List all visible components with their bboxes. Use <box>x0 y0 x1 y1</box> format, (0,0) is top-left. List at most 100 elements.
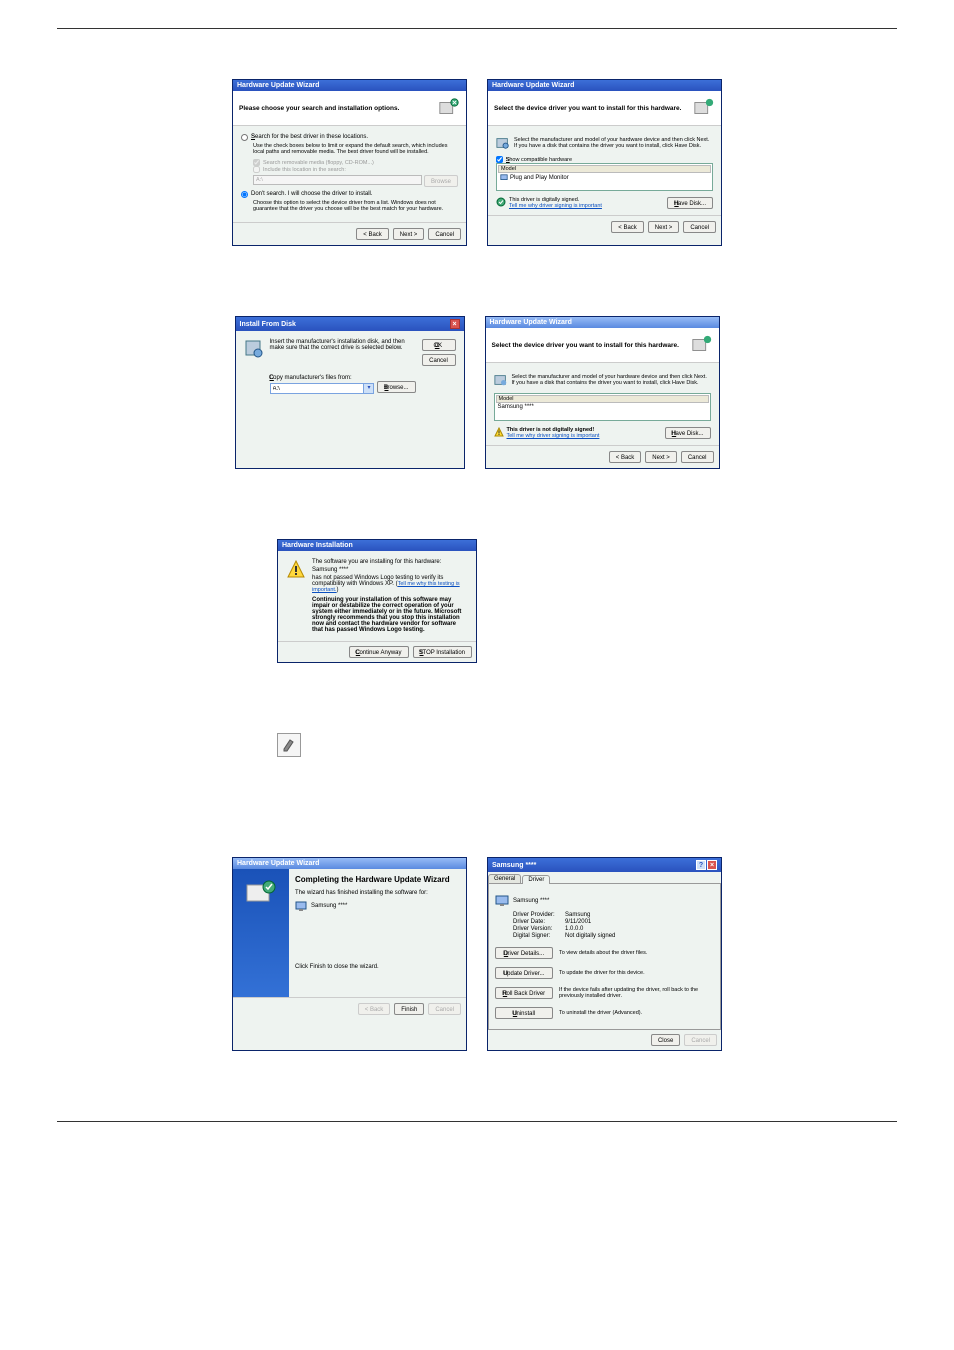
browse-button[interactable]: Browse <box>424 175 458 187</box>
wizard-icon <box>438 97 460 119</box>
titlebar: Hardware Update Wizard <box>233 80 466 91</box>
col-model: Model <box>496 395 709 403</box>
back-button[interactable]: < Back <box>358 1003 391 1015</box>
model-list[interactable]: Model Plug and Play Monitor <box>496 163 713 191</box>
instruction: Select the manufacturer and model of you… <box>512 374 711 386</box>
col-model: Model <box>498 165 711 173</box>
title-text: Hardware Update Wizard <box>237 860 319 867</box>
value-signer: Not digitally signed <box>565 933 615 939</box>
help-icon[interactable]: ? <box>696 860 706 870</box>
floppy-icon <box>244 339 264 359</box>
cancel-button[interactable]: Cancel <box>428 228 461 240</box>
list-item[interactable]: Plug and Play Monitor <box>498 173 711 183</box>
heading: Completing the Hardware Update Wizard <box>295 875 450 884</box>
driver-details-button[interactable]: DDriver Details... <box>495 947 553 959</box>
list-item[interactable]: Samsung **** <box>496 403 709 411</box>
cancel-button[interactable]: Cancel <box>681 451 714 463</box>
path-combo[interactable] <box>270 383 365 394</box>
chk-removable[interactable] <box>253 159 260 166</box>
back-button[interactable]: < Back <box>356 228 389 240</box>
instruction: Select the manufacturer and model of you… <box>514 137 713 149</box>
cancel-button[interactable]: Cancel <box>684 1034 717 1046</box>
value-version: 1.0.0.0 <box>565 926 583 932</box>
monitor-icon <box>500 174 508 182</box>
label-version: Driver Version: <box>513 926 565 932</box>
back-button[interactable]: < Back <box>611 221 644 233</box>
title-text: Hardware Installation <box>282 542 353 549</box>
chk-include-label: Include this location in the search: <box>263 167 346 173</box>
wizard-icon <box>693 97 715 119</box>
search-note: Use the check boxes below to limit or ex… <box>253 143 458 155</box>
chk-include[interactable] <box>253 166 260 173</box>
warning-icon <box>286 559 306 579</box>
value-provider: Samsung <box>565 912 590 918</box>
wizard-icon <box>691 334 713 356</box>
title-text: Samsung **** <box>492 862 536 869</box>
have-disk-button[interactable]: HHave Disk... <box>667 197 713 209</box>
radio-search-label: SSearch for the best driver in these loc… <box>251 134 368 140</box>
stop-button[interactable]: SSTOP Installation <box>413 646 473 658</box>
uninstall-button[interactable]: UUninstall <box>495 1007 553 1019</box>
monitor-icon <box>495 894 509 908</box>
ok-button[interactable]: OOK <box>422 339 456 351</box>
line1: The software you are installing for this… <box>312 559 468 565</box>
dialog-search-options: Hardware Update Wizard Please choose you… <box>232 79 467 246</box>
titlebar: Hardware Update Wizard <box>486 317 719 328</box>
dropdown-icon[interactable]: ▾ <box>364 383 374 394</box>
have-disk-button[interactable]: HHave Disk... <box>665 427 711 439</box>
tell-me-link[interactable]: Tell me why driver signing is important <box>509 203 602 209</box>
cancel-button[interactable]: Cancel <box>422 354 456 366</box>
wizard-side-image <box>233 869 289 997</box>
heading: Please choose your search and installati… <box>239 105 399 112</box>
titlebar: Hardware Update Wizard <box>233 858 466 869</box>
label-date: Driver Date: <box>513 919 565 925</box>
chk-compatible[interactable] <box>496 156 503 163</box>
finish-note: Click Finish to close the wizard. <box>295 964 460 970</box>
next-button[interactable]: Next > <box>393 228 425 240</box>
heading: Select the device driver you want to ins… <box>492 342 679 349</box>
done-text: The wizard has finished installing the s… <box>295 890 460 896</box>
warning-bold: Continuing your installation of this sof… <box>312 597 468 633</box>
continue-button[interactable]: CContinue Anyway <box>349 646 409 658</box>
rollback-button[interactable]: RRoll Back Driver <box>495 987 553 999</box>
cancel-button[interactable]: Cancel <box>428 1003 461 1015</box>
dont-note: Choose this option to select the device … <box>253 200 458 212</box>
title-text: Install From Disk <box>240 321 296 328</box>
back-button[interactable]: < Back <box>609 451 642 463</box>
heading: Select the device driver you want to ins… <box>494 105 681 112</box>
next-button[interactable]: Next > <box>648 221 680 233</box>
dialog-select-driver-signed: Hardware Update Wizard Select the device… <box>487 79 722 246</box>
title-text: Hardware Update Wizard <box>237 82 319 89</box>
chk-compatible-label: SShow compatible hardware <box>506 157 572 163</box>
update-desc: To update the driver for this device. <box>559 970 714 976</box>
tab-general[interactable]: General <box>488 874 521 883</box>
close-icon[interactable]: × <box>450 319 460 329</box>
close-icon[interactable]: × <box>707 860 717 870</box>
dialog-select-driver-unsigned: Hardware Update Wizard Select the device… <box>485 316 720 469</box>
instruction: Insert the manufacturer's installation d… <box>270 339 416 351</box>
finish-button[interactable]: Finish <box>394 1003 424 1015</box>
dialog-install-from-disk: Install From Disk × Insert the manufactu… <box>235 316 465 469</box>
title-text: Hardware Update Wizard <box>492 82 574 89</box>
model-list[interactable]: Model Samsung **** <box>494 393 711 421</box>
radio-dont-search[interactable] <box>241 191 248 198</box>
browse-button[interactable]: BBrowse... <box>377 381 415 393</box>
uninstall-desc: To uninstall the driver (Advanced). <box>559 1010 714 1016</box>
device-name: Samsung **** <box>312 567 468 573</box>
update-driver-button[interactable]: UUpdate Driver... <box>495 967 553 979</box>
tab-driver[interactable]: Driver <box>522 875 550 884</box>
tell-me-link[interactable]: Tell me why driver signing is important <box>507 433 600 439</box>
signed-icon <box>496 197 506 207</box>
monitor-icon <box>295 900 307 912</box>
note-icon <box>277 733 301 757</box>
close-button[interactable]: Close <box>651 1034 680 1046</box>
path-input[interactable] <box>253 175 422 185</box>
value-date: 9/11/2001 <box>565 919 591 925</box>
note-section <box>277 733 927 757</box>
radio-search[interactable] <box>241 134 248 141</box>
dialog-driver-properties: Samsung **** ? × General Driver Samsung … <box>487 857 722 1051</box>
next-button[interactable]: Next > <box>645 451 677 463</box>
disk-icon <box>494 373 508 387</box>
titlebar: Samsung **** ? × <box>488 858 721 872</box>
cancel-button[interactable]: Cancel <box>683 221 716 233</box>
